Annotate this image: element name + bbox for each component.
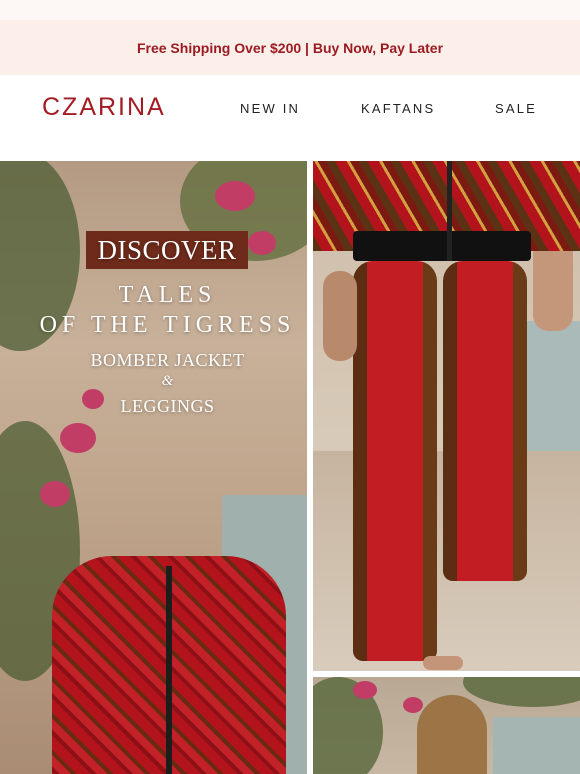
hero-image-leggings[interactable]	[313, 161, 580, 671]
flower-cluster	[248, 231, 276, 255]
flower-cluster	[403, 697, 423, 713]
flower-cluster	[40, 481, 70, 507]
model-arm	[323, 271, 357, 361]
jacket-zipper	[166, 566, 172, 774]
product-label-leggings: LEGGINGS	[120, 396, 215, 416]
ampersand: &	[161, 373, 174, 389]
promo-text[interactable]: Free Shipping Over $200 | Buy Now, Pay L…	[137, 40, 443, 56]
discover-badge: DISCOVER	[86, 231, 248, 269]
legging-right	[443, 261, 527, 581]
nav-new-in[interactable]: NEW IN	[240, 101, 300, 116]
foliage-shape	[463, 677, 580, 707]
top-spacer	[0, 0, 580, 20]
hero-title-line1: TALES	[118, 282, 217, 308]
window-shutter	[493, 717, 580, 774]
site-header: CZARINA NEW IN KAFTANS SALE	[0, 75, 580, 161]
flower-cluster	[215, 181, 255, 211]
hero-title-line2: OF THE TIGRESS	[39, 312, 296, 338]
brand-logo[interactable]: CZARINA	[42, 93, 166, 122]
model-hair	[417, 695, 487, 774]
flower-cluster	[60, 423, 96, 453]
product-label-bomber: BOMBER JACKET	[90, 350, 245, 370]
jacket-zipper	[447, 161, 452, 261]
nav-sale[interactable]: SALE	[495, 101, 537, 116]
product-image-back[interactable]	[313, 677, 580, 774]
legging-left	[353, 261, 437, 661]
model-foot	[423, 656, 463, 670]
jacket-waistband	[353, 231, 531, 261]
promo-banner[interactable]: Free Shipping Over $200 | Buy Now, Pay L…	[0, 20, 580, 75]
nav-kaftans[interactable]: KAFTANS	[361, 101, 435, 116]
flower-cluster	[353, 681, 377, 699]
